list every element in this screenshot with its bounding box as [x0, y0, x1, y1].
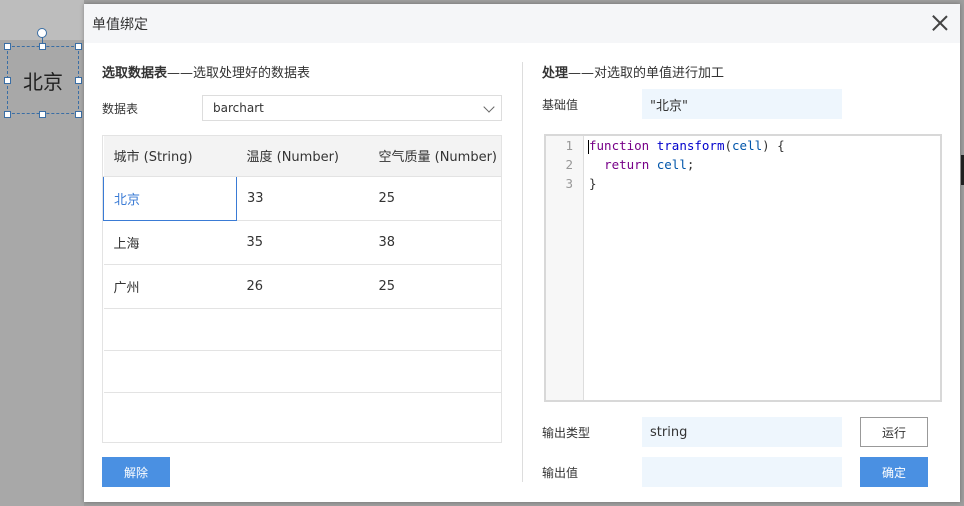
- table-cell[interactable]: 广州: [103, 264, 237, 309]
- output-type-row: 输出类型 string: [542, 417, 842, 447]
- resize-handle-t[interactable]: [39, 43, 46, 50]
- base-value-row: 基础值 "北京": [542, 89, 942, 119]
- table-select-value: barchart: [213, 101, 264, 115]
- output-value-label: 输出值: [542, 465, 579, 480]
- rotate-handle[interactable]: [37, 28, 47, 38]
- line-number: 1: [565, 138, 573, 153]
- resize-handle-b[interactable]: [39, 111, 46, 118]
- table-cell[interactable]: 25: [368, 264, 501, 309]
- table-cell[interactable]: 33: [236, 176, 369, 221]
- select-table-pane: 选取数据表——选取处理好的数据表 数据表 barchart 城市 (String…: [102, 62, 502, 487]
- table-cell[interactable]: 上海: [103, 220, 237, 265]
- line-number-gutter: 1 2 3: [546, 136, 584, 400]
- line-number: 2: [565, 157, 573, 172]
- column-header: 空气质量 (Number): [368, 136, 501, 177]
- table-row: 上海 35 38: [103, 220, 501, 265]
- table-select-row: 数据表 barchart: [102, 95, 502, 121]
- pane-divider: [522, 62, 523, 482]
- close-icon[interactable]: [930, 13, 950, 33]
- canvas-text-element[interactable]: 北京: [7, 46, 79, 114]
- resize-handle-bl[interactable]: [4, 111, 11, 118]
- line-number: 3: [565, 176, 573, 191]
- run-button[interactable]: 运行: [860, 417, 928, 447]
- select-table-heading: 选取数据表——选取处理好的数据表: [102, 66, 311, 81]
- table-header-row: 城市 (String) 温度 (Number) 空气质量 (Number): [103, 136, 501, 177]
- resize-handle-tl[interactable]: [4, 43, 11, 50]
- code-editor[interactable]: 1 2 3 function transform(cell) { return …: [544, 134, 942, 402]
- unbind-button[interactable]: 解除: [102, 457, 170, 487]
- base-value-label: 基础值: [542, 97, 579, 112]
- resize-handle-l[interactable]: [4, 77, 11, 84]
- confirm-button[interactable]: 确定: [860, 457, 928, 487]
- output-type-field: string: [642, 417, 842, 447]
- code-line: return cell;: [604, 157, 695, 172]
- table-cell-selected[interactable]: 北京: [103, 175, 237, 221]
- table-cell[interactable]: 26: [236, 264, 369, 309]
- code-line: function transform(cell) {: [589, 138, 785, 153]
- table-cell[interactable]: 25: [368, 176, 501, 221]
- base-value-field: "北京": [642, 89, 842, 119]
- table-select-label: 数据表: [102, 101, 139, 116]
- resize-handle-br[interactable]: [75, 111, 82, 118]
- output-value-row: 输出值: [542, 457, 842, 487]
- table-row: 广州 26 25: [103, 264, 501, 309]
- table-cell[interactable]: 35: [236, 220, 369, 265]
- text-cursor: [588, 140, 589, 154]
- code-line: }: [589, 176, 597, 191]
- chevron-down-icon: [483, 101, 495, 113]
- process-pane: 处理——对选取的单值进行加工 基础值 "北京" 1 2 3 function t…: [542, 62, 942, 487]
- output-type-label: 输出类型: [542, 425, 591, 440]
- column-header: 温度 (Number): [236, 136, 369, 177]
- dialog-header: 单值绑定: [84, 4, 960, 43]
- process-heading: 处理——对选取的单值进行加工: [542, 66, 725, 81]
- data-table: 城市 (String) 温度 (Number) 空气质量 (Number) 北京…: [102, 135, 502, 443]
- single-value-binding-dialog: 单值绑定 选取数据表——选取处理好的数据表 数据表 barchart 城市 (S…: [84, 4, 960, 502]
- dialog-title: 单值绑定: [92, 16, 148, 33]
- code-content[interactable]: function transform(cell) { return cell; …: [589, 136, 785, 193]
- table-row-empty: [103, 308, 501, 351]
- resize-handle-tr[interactable]: [75, 43, 82, 50]
- table-row-empty: [103, 350, 501, 393]
- column-header: 城市 (String): [103, 136, 237, 177]
- table-row: 北京 33 25: [103, 175, 501, 221]
- output-value-field: [642, 457, 842, 487]
- canvas-text-element-label: 北京: [23, 69, 63, 94]
- resize-handle-r[interactable]: [75, 77, 82, 84]
- table-select[interactable]: barchart: [202, 95, 502, 121]
- table-cell[interactable]: 38: [368, 220, 501, 265]
